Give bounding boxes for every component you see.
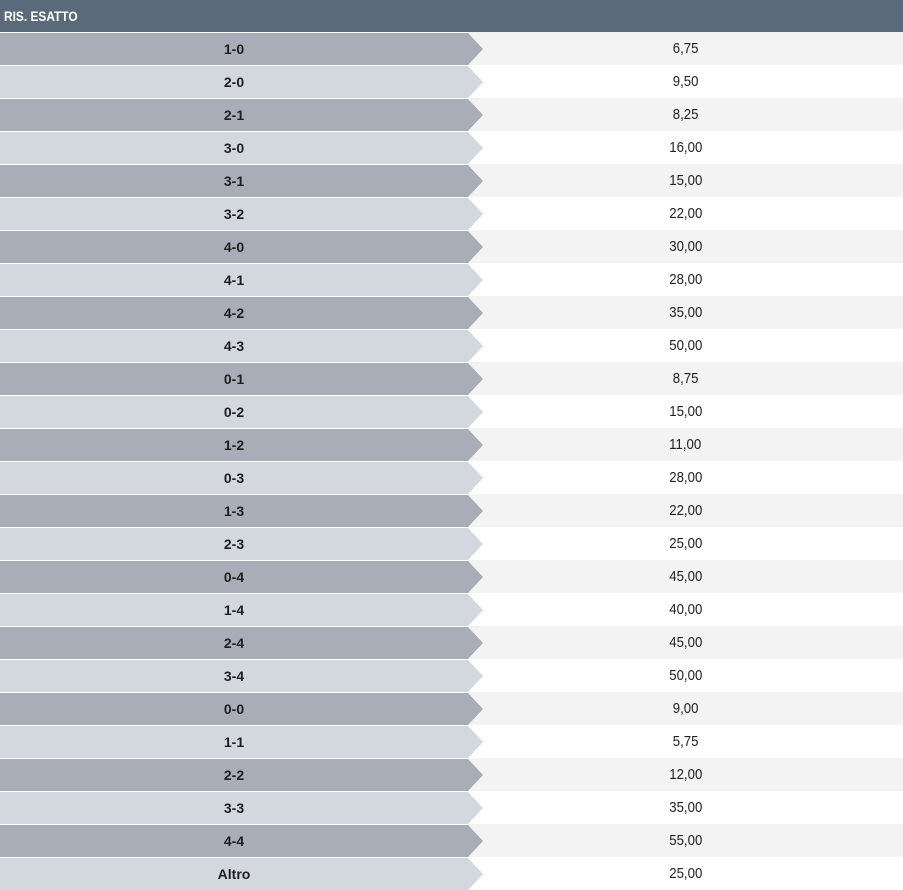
odd-button[interactable]: 50,00 bbox=[468, 659, 903, 692]
score-label: 4-1 bbox=[0, 264, 483, 296]
odd-button[interactable]: 8,25 bbox=[468, 98, 903, 131]
outcome-row[interactable]: 0-3 28,00 bbox=[0, 461, 903, 494]
outcome-list: 1-0 6,75 2-0 9,50 2-1 8,25 3-0 16,00 3-1… bbox=[0, 32, 903, 890]
odd-button[interactable]: 22,00 bbox=[468, 494, 903, 527]
odd-button[interactable]: 40,00 bbox=[468, 593, 903, 626]
score-label: 1-4 bbox=[0, 594, 483, 626]
outcome-row[interactable]: 2-2 12,00 bbox=[0, 758, 903, 791]
outcome-row[interactable]: 4-0 30,00 bbox=[0, 230, 903, 263]
score-label: 1-1 bbox=[0, 726, 483, 758]
score-label: 0-0 bbox=[0, 693, 483, 725]
score-label: 0-2 bbox=[0, 396, 483, 428]
outcome-row[interactable]: 3-1 15,00 bbox=[0, 164, 903, 197]
outcome-row[interactable]: 3-3 35,00 bbox=[0, 791, 903, 824]
outcome-row[interactable]: 1-1 5,75 bbox=[0, 725, 903, 758]
outcome-row[interactable]: 2-4 45,00 bbox=[0, 626, 903, 659]
score-label: 3-1 bbox=[0, 165, 483, 197]
odd-button[interactable]: 8,75 bbox=[468, 362, 903, 395]
odd-button[interactable]: 28,00 bbox=[468, 461, 903, 494]
outcome-row[interactable]: 1-2 11,00 bbox=[0, 428, 903, 461]
score-label: 2-0 bbox=[0, 66, 483, 98]
odd-button[interactable]: 22,00 bbox=[468, 197, 903, 230]
odd-button[interactable]: 50,00 bbox=[468, 329, 903, 362]
outcome-row[interactable]: 4-2 35,00 bbox=[0, 296, 903, 329]
score-label: 4-4 bbox=[0, 825, 483, 857]
score-label: 1-3 bbox=[0, 495, 483, 527]
score-label: 4-3 bbox=[0, 330, 483, 362]
score-label: 3-4 bbox=[0, 660, 483, 692]
score-label: 3-3 bbox=[0, 792, 483, 824]
odd-button[interactable]: 9,00 bbox=[468, 692, 903, 725]
outcome-row[interactable]: 3-0 16,00 bbox=[0, 131, 903, 164]
score-label: 0-3 bbox=[0, 462, 483, 494]
odd-button[interactable]: 55,00 bbox=[468, 824, 903, 857]
outcome-row[interactable]: 4-3 50,00 bbox=[0, 329, 903, 362]
odd-button[interactable]: 6,75 bbox=[468, 32, 903, 65]
outcome-row[interactable]: 4-4 55,00 bbox=[0, 824, 903, 857]
score-label: 4-2 bbox=[0, 297, 483, 329]
odd-button[interactable]: 28,00 bbox=[468, 263, 903, 296]
market-title: RIS. ESATTO bbox=[4, 8, 78, 24]
score-label: 1-0 bbox=[0, 33, 483, 65]
outcome-row[interactable]: 1-4 40,00 bbox=[0, 593, 903, 626]
odd-button[interactable]: 35,00 bbox=[468, 296, 903, 329]
odd-button[interactable]: 16,00 bbox=[468, 131, 903, 164]
odd-button[interactable]: 35,00 bbox=[468, 791, 903, 824]
outcome-row[interactable]: 2-1 8,25 bbox=[0, 98, 903, 131]
score-label: 4-0 bbox=[0, 231, 483, 263]
outcome-row[interactable]: 0-0 9,00 bbox=[0, 692, 903, 725]
score-label: 2-1 bbox=[0, 99, 483, 131]
odd-button[interactable]: 25,00 bbox=[468, 527, 903, 560]
odd-button[interactable]: 12,00 bbox=[468, 758, 903, 791]
odd-button[interactable]: 45,00 bbox=[468, 560, 903, 593]
score-label: 0-1 bbox=[0, 363, 483, 395]
score-label: 2-4 bbox=[0, 627, 483, 659]
odd-button[interactable]: 45,00 bbox=[468, 626, 903, 659]
outcome-row[interactable]: 0-1 8,75 bbox=[0, 362, 903, 395]
market-header: RIS. ESATTO bbox=[0, 0, 903, 32]
outcome-row[interactable]: 2-3 25,00 bbox=[0, 527, 903, 560]
odd-button[interactable]: 25,00 bbox=[468, 857, 903, 890]
odd-button[interactable]: 9,50 bbox=[468, 65, 903, 98]
outcome-row[interactable]: 4-1 28,00 bbox=[0, 263, 903, 296]
outcome-row[interactable]: 0-2 15,00 bbox=[0, 395, 903, 428]
outcome-row[interactable]: 1-0 6,75 bbox=[0, 32, 903, 65]
odd-button[interactable]: 15,00 bbox=[468, 164, 903, 197]
odd-button[interactable]: 30,00 bbox=[468, 230, 903, 263]
score-label: Altro bbox=[0, 858, 483, 890]
score-label: 2-3 bbox=[0, 528, 483, 560]
outcome-row[interactable]: Altro 25,00 bbox=[0, 857, 903, 890]
odd-button[interactable]: 5,75 bbox=[468, 725, 903, 758]
score-label: 1-2 bbox=[0, 429, 483, 461]
odd-button[interactable]: 15,00 bbox=[468, 395, 903, 428]
score-label: 2-2 bbox=[0, 759, 483, 791]
score-label: 0-4 bbox=[0, 561, 483, 593]
outcome-row[interactable]: 2-0 9,50 bbox=[0, 65, 903, 98]
outcome-row[interactable]: 0-4 45,00 bbox=[0, 560, 903, 593]
score-label: 3-0 bbox=[0, 132, 483, 164]
odd-button[interactable]: 11,00 bbox=[468, 428, 903, 461]
outcome-row[interactable]: 3-2 22,00 bbox=[0, 197, 903, 230]
outcome-row[interactable]: 1-3 22,00 bbox=[0, 494, 903, 527]
outcome-row[interactable]: 3-4 50,00 bbox=[0, 659, 903, 692]
score-label: 3-2 bbox=[0, 198, 483, 230]
